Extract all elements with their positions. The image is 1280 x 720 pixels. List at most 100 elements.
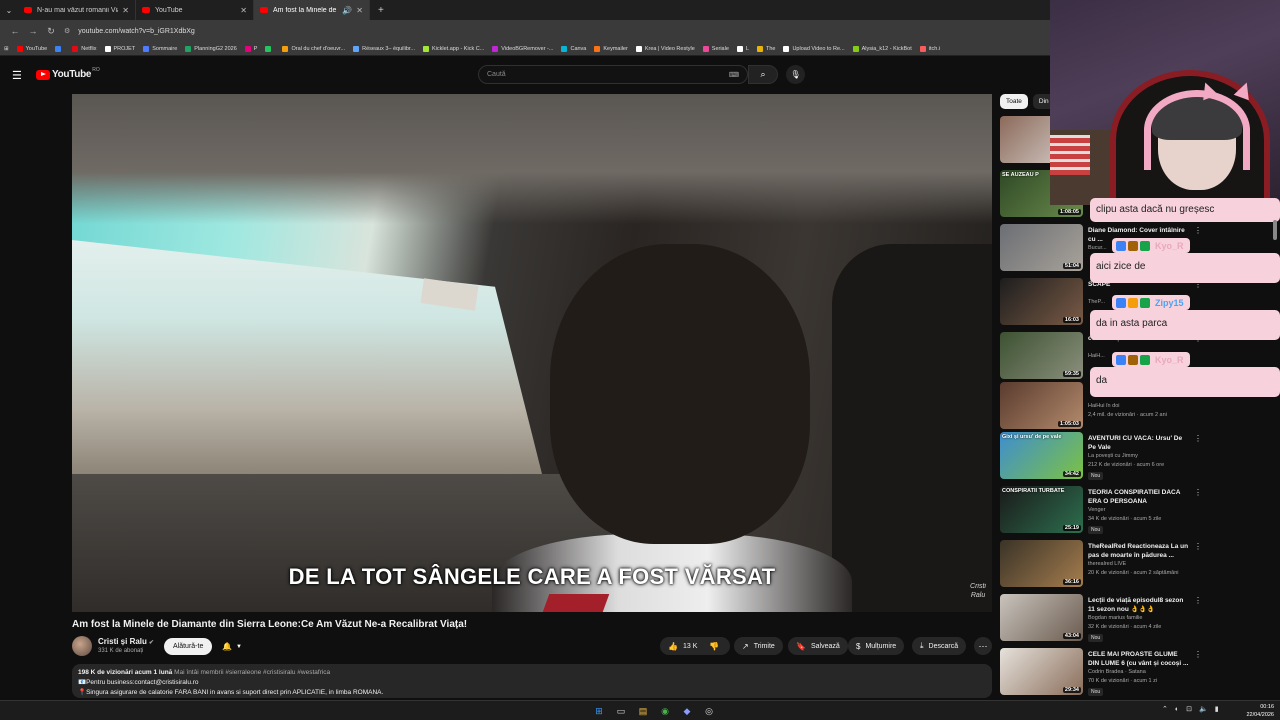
bookmark-item[interactable]: Oral du chef d'oeuvr...	[282, 45, 345, 52]
bookmark-favicon-icon	[852, 45, 859, 52]
search-box[interactable]: Caută ⌨	[478, 65, 748, 84]
keyboard-icon[interactable]: ⌨	[729, 71, 739, 79]
discord-icon[interactable]: ◆	[679, 703, 695, 719]
bookmark-item[interactable]: Krea | Video Restyle	[635, 45, 695, 52]
description-box[interactable]: 198 K de vizionări acum 1 lună Mai întâi…	[72, 664, 992, 698]
youtube-favicon-icon	[24, 7, 32, 13]
chat-badge-icon	[1128, 354, 1138, 365]
channel-name-wrap[interactable]: Cristi și Ralu ✔	[98, 637, 154, 646]
battery-icon[interactable]: ▮	[1215, 705, 1219, 713]
bookmark-item[interactable]: Upload Video to Re...	[783, 45, 845, 52]
close-tab-icon[interactable]: ✕	[122, 6, 129, 15]
tray-chevron-icon[interactable]: ⌃	[1162, 705, 1168, 713]
video-player[interactable]: DE LA TOT SÂNGELE CARE A FOST VĂRSAT Cri…	[72, 94, 992, 612]
chat-message: clipu asta dacă nu greșesc	[1090, 198, 1280, 222]
forward-icon[interactable]: →	[24, 26, 42, 36]
task-view-icon[interactable]: ▭	[613, 703, 629, 719]
apps-icon[interactable]: ⊞	[4, 46, 9, 52]
browser-tab-1[interactable]: N-au mai văzut romanii Viața l... ✕	[18, 0, 136, 20]
hashtags[interactable]: #sierraleone #cristisiralu #westafrica	[225, 669, 330, 676]
download-button[interactable]: ⤓ Descarcă	[912, 637, 967, 655]
network-icon[interactable]: ⊡	[1186, 705, 1192, 713]
logo-text: YouTube	[52, 69, 92, 80]
new-tab-button[interactable]: +	[370, 5, 392, 16]
speaker-icon[interactable]: 🔊	[342, 6, 352, 15]
more-actions-icon[interactable]: ⋯	[974, 637, 992, 655]
url-field[interactable]: youtube.com/watch?v=b_iGR1XdbXg	[78, 28, 195, 35]
chat-username: Zipy15	[1112, 295, 1190, 310]
bookmark-label: Sommaire	[152, 45, 178, 52]
bookmark-item[interactable]: Sommaire	[143, 45, 178, 52]
menu-icon[interactable]: ☰	[12, 69, 22, 82]
channel-avatar[interactable]	[72, 636, 92, 656]
browser-tab-2[interactable]: YouTube ✕	[136, 0, 254, 20]
dislike-icon[interactable]: 👎	[709, 642, 719, 651]
bookmark-item[interactable]: Keymailer	[594, 45, 628, 52]
bookmark-favicon-icon	[104, 45, 111, 52]
back-icon[interactable]: ←	[6, 26, 24, 36]
bookmark-item[interactable]: Seriale	[702, 45, 729, 52]
page-scrollbar[interactable]	[1273, 220, 1277, 240]
bookmark-item[interactable]: PlanningG2 2026	[185, 45, 237, 52]
share-icon: ↗	[742, 641, 749, 651]
file-explorer-icon[interactable]: ▤	[635, 703, 651, 719]
system-tray: ⌃ ◐ ⊡ 🔈 ▮	[1162, 705, 1226, 714]
bookmark-item[interactable]: PROJET	[104, 45, 135, 52]
thanks-button[interactable]: $ Mulțumire	[848, 637, 905, 655]
bookmark-item[interactable]: VideoBGRemover -...	[492, 45, 553, 52]
bookmark-favicon-icon	[55, 45, 62, 52]
chat-badge-icon	[1128, 297, 1138, 308]
share-label: Trimite	[753, 642, 775, 650]
bookmark-label: L	[745, 45, 749, 52]
bookmark-item[interactable]: The	[756, 45, 775, 52]
bookmark-item[interactable]: P	[244, 45, 257, 52]
bookmark-item[interactable]	[265, 45, 274, 52]
bookmark-item[interactable]: L	[736, 45, 749, 52]
like-icon[interactable]: 👍	[668, 642, 678, 651]
bookmark-item[interactable]: Réseaux 3– équilibr...	[353, 45, 415, 52]
country-code: RO	[92, 66, 100, 73]
subscriber-count: 331 K de abonați	[98, 648, 144, 654]
tray-app-icon[interactable]: ◐	[1175, 706, 1179, 713]
site-info-icon[interactable]: ⚙	[64, 27, 70, 35]
verified-icon: ✔	[148, 640, 154, 646]
channel-name[interactable]: Cristi și Ralu	[98, 637, 147, 646]
taskbar-clock[interactable]: 00:16 22/04/2026	[1238, 703, 1274, 719]
search-button[interactable]: ⌕	[748, 65, 778, 84]
bookmark-item[interactable]: Canva	[561, 45, 586, 52]
bookmark-favicon-icon	[143, 45, 150, 52]
chrome-icon[interactable]: ◉	[657, 703, 673, 719]
bookmark-favicon-icon	[702, 45, 709, 52]
bookmark-item[interactable]	[55, 45, 64, 52]
volume-icon[interactable]: 🔈	[1199, 705, 1208, 713]
windows-start-icon[interactable]: ⊞	[591, 703, 607, 719]
bookmark-label: Netflix	[81, 45, 97, 52]
reload-icon[interactable]: ↻	[42, 26, 60, 37]
bookmark-item[interactable]: Kicklet.app - Kick C...	[423, 45, 484, 52]
bookmark-item[interactable]: YouTube	[16, 45, 47, 52]
taskbar-apps: ⊞ ▭ ▤ ◉ ◆ ◎	[588, 703, 720, 719]
bookmark-item[interactable]: Netflix	[72, 45, 97, 52]
chat-badge-icon	[1140, 297, 1150, 308]
tab-search-icon[interactable]: ⌄	[0, 0, 18, 20]
share-button[interactable]: ↗ Trimite	[734, 637, 783, 655]
bookmark-item[interactable]: itch.i	[919, 45, 940, 52]
close-tab-icon[interactable]: ✕	[356, 6, 363, 15]
chat-user-name: Kyo_R	[1155, 354, 1184, 365]
bookmark-favicon-icon	[423, 45, 430, 52]
youtube-logo[interactable]: YouTube RO	[36, 66, 100, 80]
notifications-button[interactable]: 🔔 ▼	[216, 638, 248, 655]
youtube-play-icon	[36, 69, 50, 80]
chat-user-name: Kyo_R	[1155, 240, 1184, 251]
chip-all[interactable]: Toate	[1000, 94, 1028, 109]
obs-icon[interactable]: ◎	[701, 703, 717, 719]
join-button[interactable]: Alătură-te	[164, 638, 213, 655]
like-count[interactable]: 13 K	[683, 643, 697, 650]
voice-search-button[interactable]: 🎙	[786, 65, 805, 84]
browser-tab-active[interactable]: Am fost la Minele de Diam... 🔊 ✕	[254, 0, 370, 20]
search-input[interactable]: Caută	[487, 71, 729, 78]
bookmark-item[interactable]: Alysia_k12 - KickBot	[852, 45, 912, 52]
webcam-books	[1050, 135, 1090, 175]
close-tab-icon[interactable]: ✕	[240, 6, 247, 15]
save-button[interactable]: 🔖 Salvează	[788, 637, 848, 655]
